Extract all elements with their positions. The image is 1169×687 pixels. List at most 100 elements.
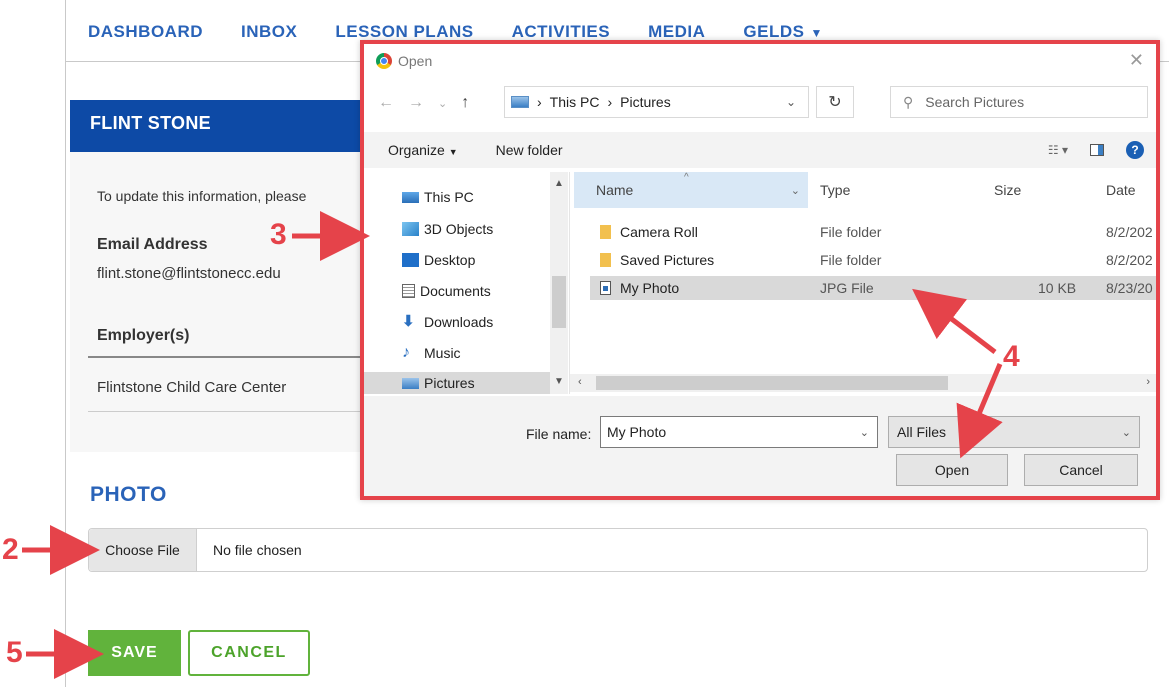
tree-item-music[interactable]: ♪ Music [402,342,461,364]
file-size: 10 KB [1038,280,1077,296]
employer-value: Flintstone Child Care Center [97,379,287,396]
file-name: Saved Pictures [620,252,715,268]
open-file-dialog: Open ✕ ← → ⌄ ↑ › This PC › Pictures ⌄ ↻ … [360,40,1160,500]
nav-lesson-plans[interactable]: LESSON PLANS [335,22,473,42]
cancel-button[interactable]: CANCEL [188,630,310,676]
list-item[interactable]: Camera Roll File folder 8/2/202 [590,220,1156,244]
download-arrow-icon: ⬇ [402,313,415,330]
tree-item-desktop[interactable]: Desktop [402,249,475,271]
column-size[interactable]: Size [994,182,1021,198]
help-icon[interactable]: ? [1126,141,1144,159]
tree-item-label: This PC [424,189,474,205]
file-name-label: File name: [526,426,592,442]
desktop-icon [402,253,419,267]
chevron-down-icon[interactable]: ⌄ [786,95,796,109]
image-file-icon [600,281,611,295]
column-name[interactable]: ^ Name ⌄ [574,172,808,208]
chrome-icon [376,53,392,69]
scroll-down-icon[interactable]: ▼ [554,376,564,387]
tree-item-documents[interactable]: Documents [402,280,491,302]
open-button[interactable]: Open [896,454,1008,486]
path-box[interactable]: › This PC › Pictures ⌄ [504,86,809,118]
choose-file-button[interactable]: Choose File [89,529,197,571]
file-name-value: My Photo [607,424,667,440]
file-type-select[interactable]: All Files ⌄ [888,416,1140,448]
dialog-cancel-button[interactable]: Cancel [1024,454,1138,486]
path-this-pc[interactable]: This PC [550,94,600,110]
list-item[interactable]: My Photo JPG File 10 KB 8/23/20 [590,276,1156,300]
music-note-icon: ♪ [402,344,410,361]
dialog-titlebar: Open ✕ [364,44,1156,78]
chevron-down-icon: ⌄ [1121,426,1131,439]
nav-inbox[interactable]: INBOX [241,22,297,42]
file-input[interactable]: Choose File No file chosen [88,528,1148,572]
file-date: 8/23/20 [1106,280,1153,296]
close-icon[interactable]: ✕ [1129,50,1144,71]
info-text: To update this information, please [97,188,307,204]
forward-arrow-icon[interactable]: → [408,94,424,112]
view-options-icon[interactable]: ☷ ▾ [1048,143,1068,157]
file-type: File folder [820,224,882,240]
scrollbar-thumb[interactable] [596,376,948,390]
horizontal-scrollbar[interactable]: ‹ › [570,374,1156,392]
annotation-step-5: 5 [6,636,23,669]
refresh-button[interactable]: ↻ [816,86,854,118]
column-date[interactable]: Date [1106,182,1136,198]
annotation-step-2: 2 [2,533,19,566]
nav-media[interactable]: MEDIA [648,22,705,42]
refresh-icon: ↻ [828,94,842,111]
divider [88,356,388,358]
scroll-right-icon[interactable]: › [1146,376,1150,388]
tree-item-label: 3D Objects [424,221,494,237]
tree-item-pictures[interactable]: Pictures [364,372,550,394]
chevron-down-icon[interactable]: ⌄ [860,426,869,439]
list-item[interactable]: Saved Pictures File folder 8/2/202 [590,248,1156,272]
tree-scrollbar[interactable]: ▲ ▼ [550,172,568,394]
preview-pane-icon[interactable] [1090,144,1104,156]
scrollbar-thumb[interactable] [552,276,566,328]
navigation-tree: This PC 3D Objects Desktop Documents ⬇ Do… [364,172,570,394]
nav-activities[interactable]: ACTIVITIES [512,22,611,42]
file-type: JPG File [820,280,874,296]
file-date: 8/2/202 [1106,224,1153,240]
scroll-up-icon[interactable]: ▲ [554,178,564,189]
tree-item-downloads[interactable]: ⬇ Downloads [402,311,493,333]
file-name: My Photo [620,280,680,296]
nav-dashboard[interactable]: DASHBOARD [88,22,203,42]
search-placeholder: Search Pictures [925,94,1025,110]
save-button[interactable]: SAVE [88,630,181,676]
file-type: File folder [820,252,882,268]
search-input[interactable]: ⚲ Search Pictures [890,86,1148,118]
dialog-footer: File name: My Photo ⌄ All Files ⌄ Open C… [364,396,1156,496]
sort-ascending-icon: ^ [684,172,689,183]
path-separator-icon: › [607,94,613,110]
organize-menu[interactable]: Organize ▼ [388,142,458,158]
file-date: 8/2/202 [1106,252,1153,268]
pictures-folder-icon [511,96,529,108]
nav-arrows: ← → ⌄ ↑ [368,94,500,112]
folder-icon [600,253,611,267]
file-list-header: ^ Name ⌄ Type Size Date [570,172,1156,208]
new-folder-button[interactable]: New folder [496,142,563,158]
path-pictures[interactable]: Pictures [620,94,671,110]
nav-gelds-label: GELDS [743,22,805,41]
back-arrow-icon[interactable]: ← [378,94,394,112]
file-type-value: All Files [897,424,947,440]
divider [88,411,388,412]
up-arrow-icon[interactable]: ↑ [461,94,469,112]
chevron-down-icon[interactable]: ⌄ [791,184,800,197]
column-type[interactable]: Type [820,182,850,198]
nav-gelds[interactable]: GELDS ▼ [743,22,860,42]
recent-chevron-icon[interactable]: ⌄ [438,94,447,112]
computer-icon [402,191,419,203]
toolbar-icons: ☷ ▾ ? [1048,141,1144,159]
dialog-title: Open [398,53,433,69]
tree-item-label: Music [424,345,461,361]
tree-item-3d-objects[interactable]: 3D Objects [402,218,493,240]
tree-item-this-pc[interactable]: This PC [402,186,474,208]
file-name-input[interactable]: My Photo ⌄ [600,416,878,448]
scroll-left-icon[interactable]: ‹ [578,376,582,388]
organize-label: Organize [388,142,445,158]
dialog-toolbar: Organize ▼ New folder ☷ ▾ ? [364,132,1156,168]
tree-item-label: Pictures [424,375,475,391]
